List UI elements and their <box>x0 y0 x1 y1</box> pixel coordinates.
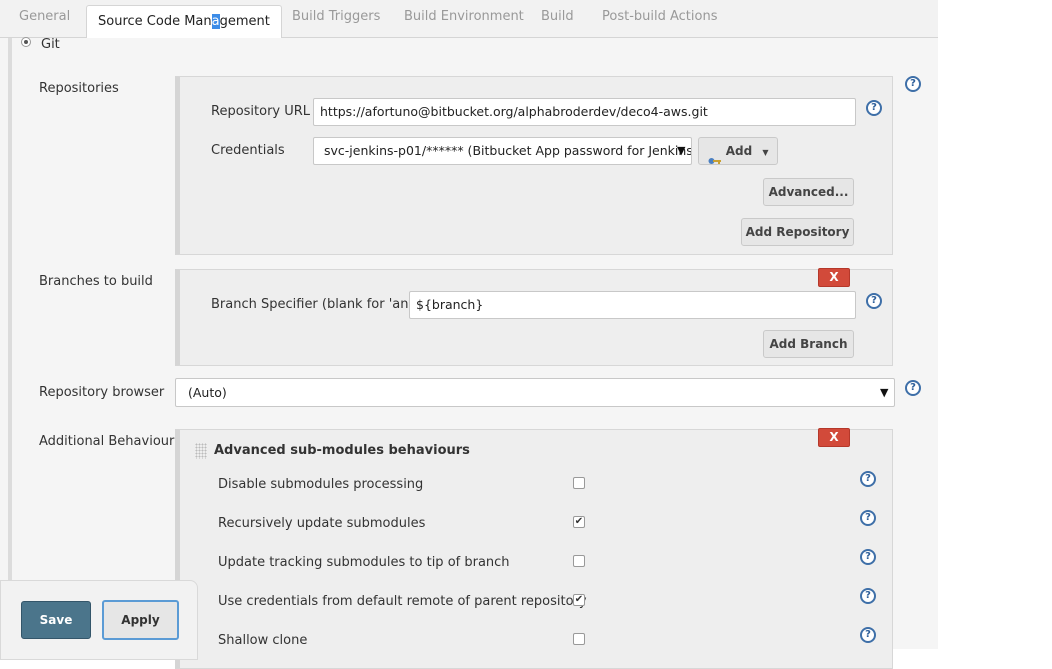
repository-url-input[interactable]: https://afortuno@bitbucket.org/alphabrod… <box>313 98 856 126</box>
option-checkbox[interactable]: ✔ <box>573 594 585 606</box>
option-label: Update tracking submodules to tip of bra… <box>218 555 510 570</box>
option-checkbox[interactable] <box>573 555 585 567</box>
add-repository-button[interactable]: Add Repository <box>741 218 854 246</box>
add-branch-button[interactable]: Add Branch <box>763 330 854 358</box>
help-icon[interactable]: ? <box>860 549 876 565</box>
option-label: Shallow clone <box>218 633 308 648</box>
repository-url-label: Repository URL <box>211 104 311 119</box>
branch-specifier-input[interactable]: ${branch} <box>409 291 856 319</box>
help-icon[interactable]: ? <box>860 471 876 487</box>
repository-browser-label: Repository browser <box>39 385 165 400</box>
delete-branch-button[interactable]: X <box>818 268 850 287</box>
tab-label-part: Source Code Man <box>98 14 212 29</box>
credentials-label: Credentials <box>211 143 285 158</box>
additional-behaviours-label: Additional Behaviours <box>39 434 182 449</box>
option-label: Recursively update submodules <box>218 516 426 531</box>
delete-behaviour-button[interactable]: X <box>818 428 850 447</box>
section-indent-bar <box>8 38 12 649</box>
behaviour-title: Advanced sub-modules behaviours <box>214 443 470 458</box>
tab-source-code-management[interactable]: Source Code Management <box>86 5 282 39</box>
tab-post-build-actions[interactable]: Post-build Actions <box>602 9 717 24</box>
add-credentials-label: Add <box>725 144 753 158</box>
option-checkbox[interactable] <box>573 633 585 645</box>
help-icon[interactable]: ? <box>866 100 882 116</box>
option-label: Use credentials from default remote of p… <box>218 594 587 609</box>
help-icon[interactable]: ? <box>905 76 921 92</box>
save-button[interactable]: Save <box>21 601 91 639</box>
caret-down-icon: ▼ <box>880 386 889 399</box>
text-cursor-highlight: a <box>211 14 220 29</box>
caret-down-icon: ▼ <box>677 144 686 157</box>
credentials-value: svc-jenkins-p01/****** (Bitbucket App pa… <box>324 143 692 158</box>
help-icon[interactable]: ? <box>860 510 876 526</box>
tab-general[interactable]: General <box>19 9 70 24</box>
apply-button[interactable]: Apply <box>102 600 179 640</box>
drag-handle-icon[interactable] <box>195 443 207 459</box>
tab-bar: General Source Code Management Build Tri… <box>0 0 938 39</box>
help-icon[interactable]: ? <box>860 588 876 604</box>
credentials-select[interactable]: svc-jenkins-p01/****** (Bitbucket App pa… <box>313 137 692 165</box>
key-icon <box>708 148 722 164</box>
repository-browser-select[interactable]: (Auto) <box>175 378 895 407</box>
caret-down-icon: ▼ <box>762 148 769 157</box>
branch-panel: X Branch Specifier (blank for 'any') ${b… <box>175 268 893 366</box>
help-icon[interactable]: ? <box>905 380 921 396</box>
add-credentials-button[interactable]: Add ▼ <box>698 137 778 165</box>
help-icon[interactable]: ? <box>866 293 882 309</box>
repository-panel: Repository URL https://afortuno@bitbucke… <box>175 76 893 255</box>
tab-build-environment[interactable]: Build Environment <box>404 9 524 24</box>
tab-label-part: gement <box>219 14 270 29</box>
help-icon[interactable]: ? <box>860 627 876 643</box>
advanced-button[interactable]: Advanced... <box>763 178 854 206</box>
option-checkbox[interactable]: ✔ <box>573 516 585 528</box>
option-checkbox[interactable] <box>573 477 585 489</box>
option-label: Disable submodules processing <box>218 477 424 492</box>
tab-build[interactable]: Build <box>541 9 574 24</box>
branch-specifier-label: Branch Specifier (blank for 'any') <box>211 297 425 312</box>
branches-label: Branches to build <box>39 274 153 289</box>
tab-build-triggers[interactable]: Build Triggers <box>292 9 380 24</box>
git-radio[interactable] <box>21 37 31 47</box>
git-label: Git <box>41 37 60 52</box>
repositories-label: Repositories <box>39 81 119 96</box>
